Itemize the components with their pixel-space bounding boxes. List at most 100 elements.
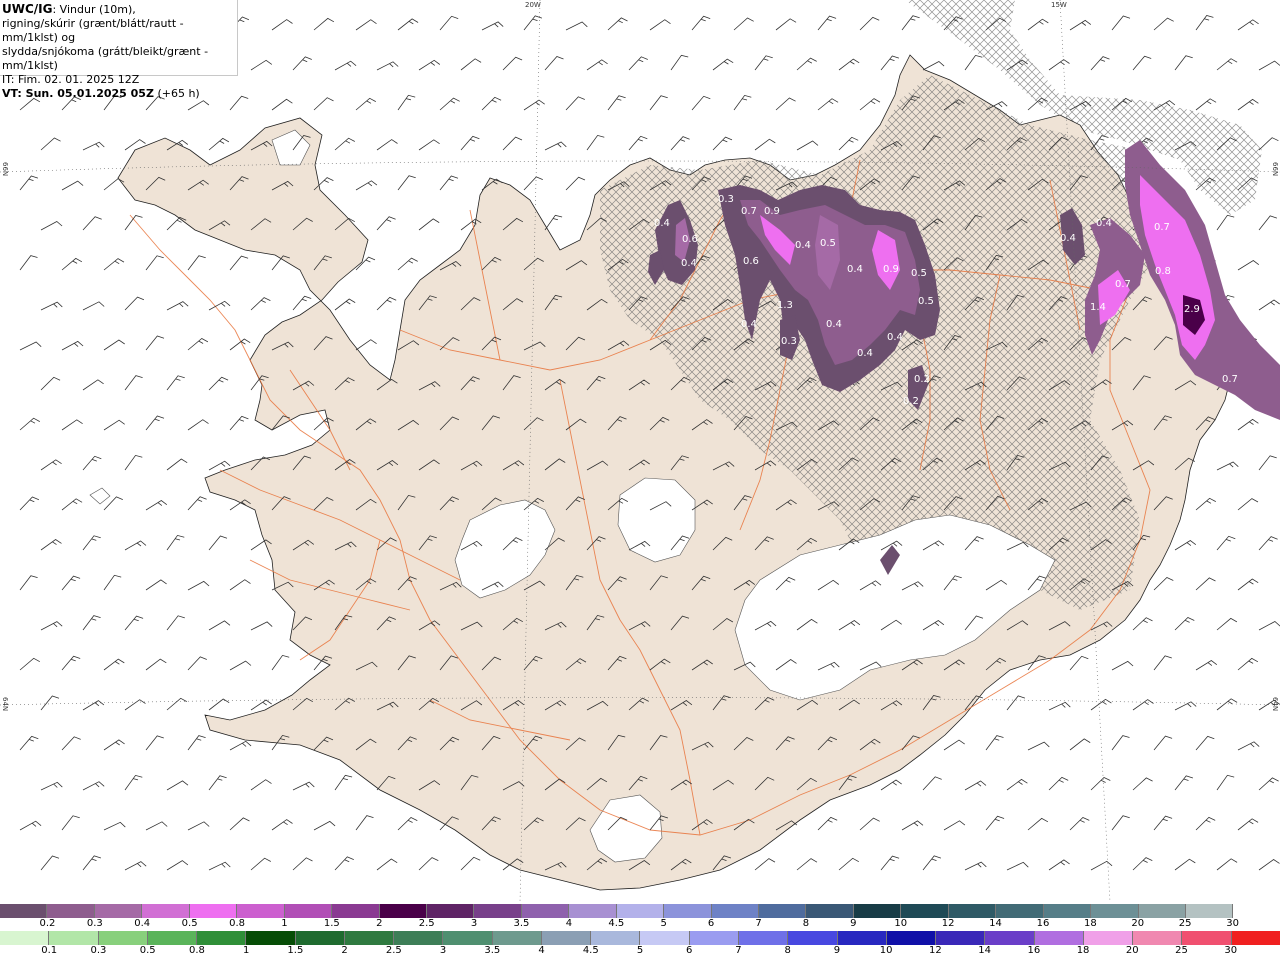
legend-color-cell bbox=[98, 931, 148, 945]
legend-tick-label: 3.5 bbox=[484, 945, 501, 956]
legend-color-cell bbox=[996, 904, 1044, 918]
precip-value: 1.3 bbox=[777, 300, 793, 311]
lat-label-66n-left: 66N bbox=[1, 162, 9, 177]
legend-color-cell bbox=[1233, 904, 1280, 918]
lat-label-64n-right: 64N bbox=[1271, 697, 1279, 712]
header-line3: slydda/snjókoma (grátt/bleikt/grænt - mm… bbox=[2, 45, 209, 72]
header-line1: : Vindur (10m), bbox=[52, 3, 136, 16]
legend-tick-label: 10 bbox=[894, 918, 908, 929]
precip-value: 0.6 bbox=[743, 256, 759, 267]
legend-color-cell bbox=[569, 904, 617, 918]
legend-color-cell bbox=[591, 931, 641, 945]
legend-color-cell bbox=[0, 931, 50, 945]
legend-tick-label: 5 bbox=[660, 918, 667, 929]
legend-color-cell bbox=[1083, 931, 1134, 945]
legend-tick-label: 1 bbox=[281, 918, 288, 929]
legend-tick-label: 20 bbox=[1125, 945, 1139, 956]
legend-color-cell bbox=[295, 931, 345, 945]
legend-color-cell bbox=[853, 904, 902, 918]
precip-value: 1.4 bbox=[1090, 302, 1106, 313]
legend-color-cell bbox=[1185, 904, 1234, 918]
legend-color-cell bbox=[1182, 931, 1232, 945]
legend-color-cell bbox=[49, 931, 99, 945]
legend-color-cell bbox=[1133, 931, 1183, 945]
snow-legend-bar bbox=[0, 904, 1280, 918]
legend-color-cell bbox=[237, 904, 285, 918]
legend-color-cell bbox=[837, 931, 887, 945]
legend-color-cell bbox=[985, 931, 1035, 945]
legend-color-cell bbox=[886, 931, 937, 945]
valid-time: VT: Sun. 05.01.2025 05Z bbox=[2, 87, 154, 100]
legend-color-cell bbox=[332, 904, 380, 918]
precip-value: 0.7 bbox=[1154, 222, 1170, 233]
legend-tick-label: 9 bbox=[850, 918, 857, 929]
precip-value: 0.5 bbox=[820, 238, 836, 249]
legend-tick-label: 1.5 bbox=[287, 945, 304, 956]
precip-value: 0.4 bbox=[887, 332, 903, 343]
legend-color-cell bbox=[474, 904, 522, 918]
legend-tick-label: 12 bbox=[929, 945, 942, 956]
precip-value: 0.4 bbox=[1060, 233, 1076, 244]
legend-color-cell bbox=[492, 931, 542, 945]
lead-time: (+65 h) bbox=[157, 87, 200, 100]
legend-tick-label: 30 bbox=[1224, 945, 1238, 956]
legend-color-cell bbox=[1138, 904, 1186, 918]
legend-color-cell bbox=[806, 904, 854, 918]
legend-tick-label: 0.3 bbox=[86, 918, 103, 929]
legend-tick-label: 0.8 bbox=[229, 918, 245, 929]
legend-tick-label: 1.5 bbox=[323, 918, 340, 929]
precip-value: 0.4 bbox=[681, 258, 697, 269]
lat-label-64n-left: 64N bbox=[1, 697, 9, 712]
legend-tick-label: 0.5 bbox=[181, 918, 198, 929]
legend-tick-label: 4 bbox=[565, 918, 573, 929]
legend-tick-label: 2.5 bbox=[418, 918, 435, 929]
legend-color-cell bbox=[788, 931, 838, 945]
legend-color-cell bbox=[246, 931, 296, 945]
lat-label-66n-right: 66N bbox=[1271, 162, 1279, 177]
precip-value: 0.7 bbox=[1222, 374, 1238, 385]
legend-tick-label: 14 bbox=[978, 945, 991, 956]
legend-tick-label: 2 bbox=[376, 918, 383, 929]
precip-value: 0.4 bbox=[795, 240, 811, 251]
precip-value: 0.6 bbox=[682, 234, 698, 245]
precip-value: 0.7 bbox=[741, 206, 757, 217]
legend-tick-label: 3.5 bbox=[513, 918, 530, 929]
legend-tick-label: 0.2 bbox=[39, 918, 56, 929]
legend-color-cell bbox=[142, 904, 190, 918]
legend-tick-label: 0.5 bbox=[139, 945, 156, 956]
legend-tick-label: 0.1 bbox=[41, 945, 58, 956]
precip-value: 2.9 bbox=[1184, 304, 1200, 315]
precip-value: 0.9 bbox=[764, 206, 780, 217]
map-info-box: UWC/IG: Vindur (10m), rigning/skúrir (gr… bbox=[0, 0, 238, 100]
legend-color-cell bbox=[936, 931, 986, 945]
legend-tick-label: 3 bbox=[439, 945, 447, 956]
legend-tick-label: 10 bbox=[879, 945, 893, 956]
precip-value: 0.4 bbox=[741, 319, 757, 330]
legend-tick-label: 6 bbox=[707, 918, 715, 929]
legend-color-cell bbox=[541, 931, 592, 945]
legend-tick-label: 14 bbox=[989, 918, 1002, 929]
legend-color-cell bbox=[1091, 904, 1139, 918]
legend-color-cell bbox=[284, 904, 333, 918]
legend-color-cell bbox=[948, 904, 997, 918]
legend-tick-label: 3 bbox=[470, 918, 478, 929]
legend-color-cell bbox=[689, 931, 739, 945]
precip-value: 0.2 bbox=[914, 374, 930, 385]
weather-map: 0.4 0.6 0.4 0.3 0.7 0.9 0.4 0.5 0.6 0.4 … bbox=[0, 0, 1280, 902]
legend-color-cell bbox=[344, 931, 395, 945]
legend-color-cell bbox=[189, 904, 238, 918]
header-line2: rigning/skúrir (grænt/blátt/rautt - mm/1… bbox=[2, 17, 184, 44]
legend-tick-label: 8 bbox=[802, 918, 810, 929]
rain-legend-labels: 0.1 0.3 0.5 0.8 1 1.5 2 2.5 3 3.5 4 4.5 5 6 7 8 9 10 12 14 1… bbox=[0, 945, 1280, 957]
legend-color-cell bbox=[640, 931, 690, 945]
legend-color-cell bbox=[616, 904, 665, 918]
legend-color-cell bbox=[0, 904, 48, 918]
legend-tick-label: 4 bbox=[538, 945, 545, 956]
legend-color-cell bbox=[443, 931, 493, 945]
legend-tick-label: 25 bbox=[1178, 918, 1192, 929]
precip-value: 0.4 bbox=[654, 218, 670, 229]
legend-tick-label: 9 bbox=[833, 945, 841, 956]
legend-color-cell bbox=[1231, 931, 1280, 945]
lon-label-20w: 20W bbox=[525, 1, 541, 9]
legend-color-cell bbox=[738, 931, 789, 945]
